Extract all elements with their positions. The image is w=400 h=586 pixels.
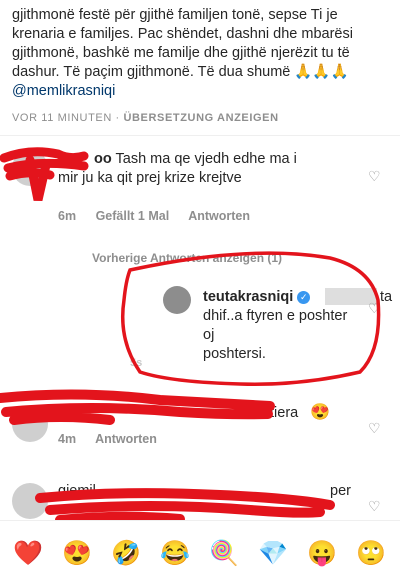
eye-roll-emoji-button[interactable]: 🙄 bbox=[356, 539, 386, 568]
lollipop-emoji-button[interactable]: 🍭 bbox=[209, 539, 239, 568]
heart-eyes-emoji-button[interactable]: 😍 bbox=[62, 539, 92, 568]
scribble-mark bbox=[0, 389, 275, 425]
emoji-quick-bar: ❤️ 😍 🤣 😂 🍭 💎 😛 🙄 bbox=[0, 520, 400, 586]
joy-emoji-button[interactable]: 😂 bbox=[160, 539, 190, 568]
scribble-mark bbox=[35, 488, 335, 525]
highlight-circle bbox=[120, 251, 381, 386]
heart-emoji-button[interactable]: ❤️ bbox=[13, 539, 43, 568]
rofl-emoji-button[interactable]: 🤣 bbox=[111, 539, 141, 568]
gem-emoji-button[interactable]: 💎 bbox=[258, 539, 288, 568]
tongue-emoji-button[interactable]: 😛 bbox=[307, 539, 337, 568]
red-annotation-overlay bbox=[0, 147, 381, 525]
